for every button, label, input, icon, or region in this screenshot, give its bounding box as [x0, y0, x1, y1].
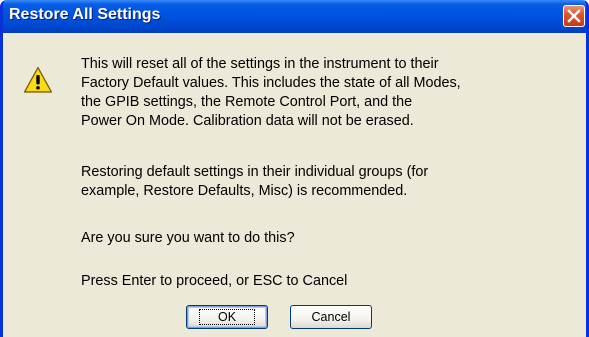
- instruction-text: Press Enter to proceed, or ESC to Cancel: [81, 273, 348, 289]
- close-button[interactable]: [563, 5, 585, 27]
- message-line: This will reset all of the settings in t…: [81, 56, 439, 72]
- dialog-title: Restore All Settings: [9, 6, 161, 23]
- message-paragraph-1: This will reset all of the settings in t…: [81, 55, 461, 131]
- cancel-button-label: Cancel: [311, 310, 351, 324]
- dialog-window: Restore All Settings This will reset all…: [0, 0, 589, 337]
- close-icon: [567, 9, 581, 23]
- message-paragraph-2: Restoring default settings in their indi…: [81, 163, 428, 201]
- message-line: Restoring default settings in their indi…: [81, 164, 429, 180]
- message-line: example, Restore Defaults, Misc) is reco…: [81, 183, 408, 199]
- message-line: Factory Default values. This includes th…: [81, 75, 461, 91]
- title-bar[interactable]: Restore All Settings: [3, 0, 586, 33]
- ok-button[interactable]: OK: [186, 305, 268, 329]
- confirmation-question: Are you sure you want to do this?: [81, 230, 295, 246]
- ok-button-label: OK: [198, 309, 256, 325]
- message-line: Power On Mode. Calibration data will not…: [81, 113, 414, 129]
- warning-icon: [23, 66, 53, 93]
- message-line: the GPIB settings, the Remote Control Po…: [81, 94, 413, 110]
- cancel-button[interactable]: Cancel: [290, 305, 372, 329]
